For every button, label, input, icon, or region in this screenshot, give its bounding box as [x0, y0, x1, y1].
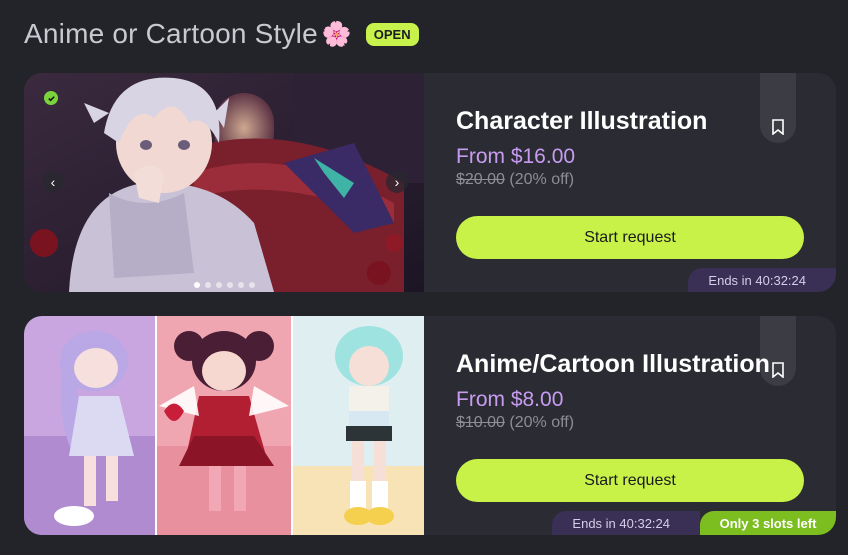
slots-left-badge: Only 3 slots left	[700, 511, 836, 535]
section-header: Anime or Cartoon Style 🌸 OPEN	[24, 14, 419, 54]
chibi-artwork	[24, 316, 424, 535]
status-badge: OPEN	[365, 22, 419, 46]
chibi-preview-image[interactable]	[24, 316, 424, 535]
verified-icon	[44, 91, 58, 105]
card-details: Anime/Cartoon Illustration From $8.00 $1…	[424, 316, 836, 535]
character-illustration-artwork	[24, 73, 424, 292]
start-request-button[interactable]: Start request	[456, 216, 804, 259]
bookmark-icon	[772, 119, 784, 135]
carousel-dot[interactable]	[238, 282, 244, 288]
start-request-button[interactable]: Start request	[456, 459, 804, 502]
original-price-line: $20.00 (20% off)	[456, 171, 574, 189]
commission-card-anime-cartoon-illustration[interactable]: Anime/Cartoon Illustration From $8.00 $1…	[24, 316, 836, 535]
countdown-badge: Ends in 40:32:24	[688, 268, 836, 292]
countdown-badge: Ends in 40:32:24	[552, 511, 700, 535]
bookmark-icon	[772, 362, 784, 378]
carousel-dot[interactable]	[194, 282, 200, 288]
discount-label: (20% off)	[509, 414, 575, 431]
card-title[interactable]: Anime/Cartoon Illustration	[456, 350, 770, 379]
carousel-dot[interactable]	[249, 282, 255, 288]
chevron-left-icon: ‹	[50, 174, 56, 190]
original-price: $10.00	[456, 414, 505, 431]
card-title[interactable]: Character Illustration	[456, 107, 707, 136]
bookmark-button[interactable]	[760, 73, 796, 143]
carousel-dot[interactable]	[227, 282, 233, 288]
card-details: Character Illustration From $16.00 $20.0…	[424, 73, 836, 292]
original-price-line: $10.00 (20% off)	[456, 414, 574, 432]
original-price: $20.00	[456, 171, 505, 188]
carousel-dots	[194, 282, 255, 288]
section-title: Anime or Cartoon Style	[24, 18, 318, 49]
current-price: From $16.00	[456, 145, 576, 168]
carousel-next-button[interactable]: ›	[386, 171, 408, 193]
carousel-dot[interactable]	[205, 282, 211, 288]
discount-label: (20% off)	[509, 171, 575, 188]
flower-icon: 🌸	[321, 20, 352, 48]
character-illustration-preview-image[interactable]: ‹ ›	[24, 73, 424, 292]
carousel-prev-button[interactable]: ‹	[42, 171, 64, 193]
current-price: From $8.00	[456, 388, 564, 411]
chevron-right-icon: ›	[394, 174, 400, 190]
carousel-dot[interactable]	[216, 282, 222, 288]
commission-card-character-illustration[interactable]: ‹ › Character Illustration From $16.00 $…	[24, 73, 836, 292]
